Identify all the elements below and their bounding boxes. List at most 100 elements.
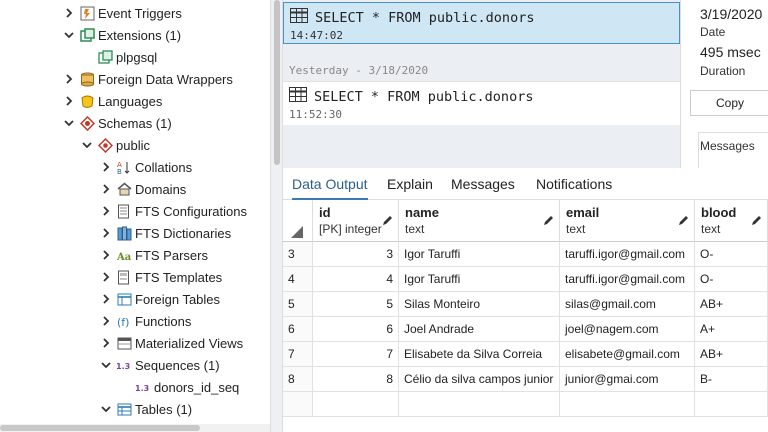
edit-pencil-icon[interactable]: [542, 214, 555, 227]
cell-blood[interactable]: A+: [695, 317, 768, 342]
cell-blood[interactable]: AB+: [695, 342, 768, 367]
column-header-id[interactable]: id [PK] integer: [313, 200, 399, 242]
copy-button[interactable]: Copy: [690, 90, 768, 116]
tree-scrollbar-thumb[interactable]: [0, 425, 200, 431]
row-number[interactable]: [283, 392, 313, 417]
cell-email[interactable]: junior@gmai.com: [560, 367, 695, 392]
chevron-right-icon[interactable]: [99, 182, 113, 196]
tree-item[interactable]: Tables (1): [99, 398, 192, 420]
cell-email[interactable]: silas@gmail.com: [560, 292, 695, 317]
tree-item[interactable]: public: [80, 134, 150, 156]
tab-data-output[interactable]: Data Output: [292, 168, 368, 200]
row-number[interactable]: 7: [283, 342, 313, 367]
cell-email[interactable]: elisabete@gmail.com: [560, 342, 695, 367]
row-number[interactable]: 6: [283, 317, 313, 342]
cell-id[interactable]: 7: [313, 342, 399, 367]
column-header-name[interactable]: name text: [399, 200, 560, 242]
row-number[interactable]: 4: [283, 267, 313, 292]
chevron-down-icon[interactable]: [99, 358, 113, 372]
tree-item[interactable]: Aa FTS Parsers: [99, 244, 208, 266]
cell-id[interactable]: [313, 392, 399, 417]
tree-item[interactable]: Foreign Data Wrappers: [62, 68, 233, 90]
column-header-email[interactable]: email text: [560, 200, 695, 242]
tree-item[interactable]: plpgsql: [96, 46, 157, 68]
row-number[interactable]: 5: [283, 292, 313, 317]
table-row[interactable]: 3 3 Igor Taruffi taruffi.igor@gmail.com O-: [283, 242, 768, 267]
cell-id[interactable]: 8: [313, 367, 399, 392]
chevron-right-icon[interactable]: [99, 204, 113, 218]
tree-item[interactable]: (f) Functions: [99, 310, 191, 332]
tree-item[interactable]: Event Triggers: [62, 2, 182, 24]
chevron-right-icon[interactable]: [99, 314, 113, 328]
table-row[interactable]: 6 6 Joel Andrade joel@nagem.com A+: [283, 317, 768, 342]
cell-email[interactable]: [560, 392, 695, 417]
table-row[interactable]: [283, 392, 768, 417]
table-row[interactable]: 7 7 Elisabete da Silva Correia elisabete@gm…: [283, 342, 768, 367]
history-entry[interactable]: SELECT * FROM public.donors 11:52:30: [283, 81, 680, 125]
chevron-right-icon[interactable]: [99, 270, 113, 284]
tab-explain[interactable]: Explain: [387, 168, 433, 200]
tree-item[interactable]: Languages: [62, 90, 162, 112]
tree-item[interactable]: Foreign Tables: [99, 288, 220, 310]
history-entry-selected[interactable]: SELECT * FROM public.donors 14:47:02: [283, 2, 680, 44]
tree-item[interactable]: Domains: [99, 178, 186, 200]
tab-notifications[interactable]: Notifications: [536, 168, 612, 200]
row-number[interactable]: 8: [283, 367, 313, 392]
tree-item[interactable]: Materialized Views: [99, 332, 243, 354]
cell-name[interactable]: Silas Monteiro: [399, 292, 560, 317]
edit-pencil-icon[interactable]: [750, 214, 763, 227]
cell-blood[interactable]: O-: [695, 242, 768, 267]
chevron-down-icon[interactable]: [99, 402, 113, 416]
chevron-right-icon[interactable]: [99, 292, 113, 306]
chevron-right-icon[interactable]: [99, 226, 113, 240]
cell-blood[interactable]: [695, 392, 768, 417]
tree-item[interactable]: 1.3 donors_id_seq: [134, 376, 240, 398]
cell-name[interactable]: Igor Taruffi: [399, 242, 560, 267]
cell-blood[interactable]: B-: [695, 367, 768, 392]
cell-blood[interactable]: AB+: [695, 292, 768, 317]
edit-pencil-icon[interactable]: [381, 214, 394, 227]
splitter-scroll-thumb[interactable]: [274, 0, 280, 165]
tree-item[interactable]: Extensions (1): [62, 24, 181, 46]
tree-item[interactable]: 1.3 Sequences (1): [99, 354, 220, 376]
tree-item[interactable]: FTS Configurations: [99, 200, 247, 222]
chevron-right-icon[interactable]: [99, 336, 113, 350]
chevron-down-icon[interactable]: [80, 138, 94, 152]
tree-item[interactable]: A B Collations: [99, 156, 192, 178]
tree-horizontal-scrollbar[interactable]: [0, 424, 270, 432]
tree-item[interactable]: Schemas (1): [62, 112, 172, 134]
cell-email[interactable]: taruffi.igor@gmail.com: [560, 267, 695, 292]
chevron-right-icon[interactable]: [62, 72, 76, 86]
tree-item-label: plpgsql: [116, 49, 158, 65]
cell-id[interactable]: 5: [313, 292, 399, 317]
cell-id[interactable]: 3: [313, 242, 399, 267]
chevron-down-icon[interactable]: [62, 28, 76, 42]
cell-name[interactable]: Joel Andrade: [399, 317, 560, 342]
cell-email[interactable]: joel@nagem.com: [560, 317, 695, 342]
panel-splitter[interactable]: [270, 0, 283, 432]
chevron-right-icon[interactable]: [62, 94, 76, 108]
row-number[interactable]: 3: [283, 242, 313, 267]
cell-name[interactable]: Igor Taruffi: [399, 267, 560, 292]
tree-item[interactable]: FTS Dictionaries: [99, 222, 231, 244]
extension-icon: [78, 26, 96, 44]
table-row[interactable]: 4 4 Igor Taruffi taruffi.igor@gmail.com O-: [283, 267, 768, 292]
tab-messages[interactable]: Messages: [451, 168, 515, 200]
column-header-blood[interactable]: blood text: [695, 200, 768, 242]
chevron-down-icon[interactable]: [62, 116, 76, 130]
grid-corner[interactable]: [283, 200, 313, 242]
cell-name[interactable]: [399, 392, 560, 417]
table-row[interactable]: 8 8 Célio da silva campos junior junior@gma…: [283, 367, 768, 392]
table-row[interactable]: 5 5 Silas Monteiro silas@gmail.com AB+: [283, 292, 768, 317]
chevron-right-icon[interactable]: [62, 6, 76, 20]
edit-pencil-icon[interactable]: [677, 214, 690, 227]
tree-item[interactable]: FTS Templates: [99, 266, 222, 288]
cell-id[interactable]: 6: [313, 317, 399, 342]
cell-name[interactable]: Elisabete da Silva Correia: [399, 342, 560, 367]
cell-id[interactable]: 4: [313, 267, 399, 292]
cell-name[interactable]: Célio da silva campos junior: [399, 367, 560, 392]
cell-blood[interactable]: O-: [695, 267, 768, 292]
cell-email[interactable]: taruffi.igor@gmail.com: [560, 242, 695, 267]
chevron-right-icon[interactable]: [99, 248, 113, 262]
chevron-right-icon[interactable]: [99, 160, 113, 174]
